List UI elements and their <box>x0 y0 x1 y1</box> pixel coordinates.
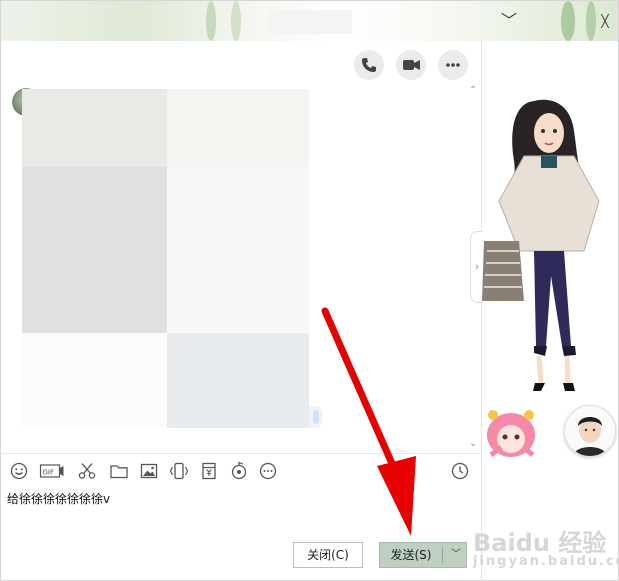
image-icon <box>140 463 158 479</box>
video-icon <box>403 60 420 70</box>
close-window-button[interactable]: ╳ <box>595 11 615 31</box>
emoji-icon <box>10 462 28 480</box>
watermark-text: Baidu 经验 <box>473 529 607 557</box>
folder-icon <box>110 465 128 479</box>
annotation-arrow <box>321 307 416 536</box>
send-button-group: 发送(S) ﹀ <box>379 542 467 568</box>
more-tools-button[interactable] <box>258 461 278 481</box>
red-packet-icon <box>202 462 216 480</box>
more-options-button[interactable] <box>438 50 468 80</box>
scissors-icon <box>78 463 96 479</box>
scroll-up-icon[interactable]: ⌃ <box>469 85 477 96</box>
history-clock-icon <box>451 462 469 480</box>
avatar-show-figure <box>482 99 600 391</box>
chat-window: ﹀ ╳ ⌃ ⌄ GIF 给徐徐徐徐徐徐徐v 关闭(C) 发送(S) ﹀ › Ba… <box>0 0 619 581</box>
video-call-button[interactable] <box>396 50 426 80</box>
gif-icon: GIF <box>39 464 64 478</box>
image-message-blurred[interactable] <box>22 167 167 333</box>
red-packet-button[interactable] <box>199 461 219 481</box>
title-bg-leaf <box>206 1 216 41</box>
image-message-blurred[interactable] <box>22 333 167 428</box>
title-bg-leaf <box>231 1 241 41</box>
more-icon <box>446 63 460 67</box>
image-message-blurred[interactable] <box>22 89 167 167</box>
image-message-blurred[interactable] <box>167 89 309 167</box>
file-button[interactable] <box>109 461 129 481</box>
music-button[interactable] <box>229 461 249 481</box>
gif-button[interactable]: GIF <box>39 461 65 481</box>
title-bar: ﹀ ╳ <box>1 1 618 41</box>
emoji-button[interactable] <box>9 461 29 481</box>
watermark-subtext: jingyan.baidu.com <box>473 554 619 569</box>
image-message-blurred[interactable] <box>167 167 309 333</box>
phone-icon <box>362 58 376 72</box>
send-button[interactable]: 发送(S) <box>380 543 442 567</box>
title-bg-leaf <box>561 1 575 41</box>
more-tools-icon <box>259 462 277 480</box>
shake-icon <box>169 462 189 480</box>
svg-text:GIF: GIF <box>43 469 55 477</box>
baidu-watermark: Baidu 经验 jingyan.baidu.com <box>473 523 619 569</box>
send-divider <box>442 547 443 563</box>
music-icon <box>231 461 247 480</box>
shake-button[interactable] <box>169 461 189 481</box>
contact-avatar[interactable] <box>564 405 616 457</box>
contact-name-blurred <box>269 10 352 34</box>
pet-sticker <box>487 410 535 457</box>
screenshot-button[interactable] <box>77 461 97 481</box>
minimize-button[interactable]: ﹀ <box>499 11 519 31</box>
image-message-blurred[interactable] <box>167 333 309 428</box>
send-options-button[interactable]: ﹀ <box>446 543 466 567</box>
image-button[interactable] <box>139 461 159 481</box>
voice-call-button[interactable] <box>354 50 384 80</box>
message-input[interactable]: 给徐徐徐徐徐徐徐v <box>7 490 110 507</box>
message-history-button[interactable] <box>450 461 470 481</box>
close-button[interactable]: 关闭(C) <box>293 542 363 568</box>
profile-photo <box>565 406 615 456</box>
scroll-down-icon[interactable]: ⌄ <box>469 438 477 449</box>
